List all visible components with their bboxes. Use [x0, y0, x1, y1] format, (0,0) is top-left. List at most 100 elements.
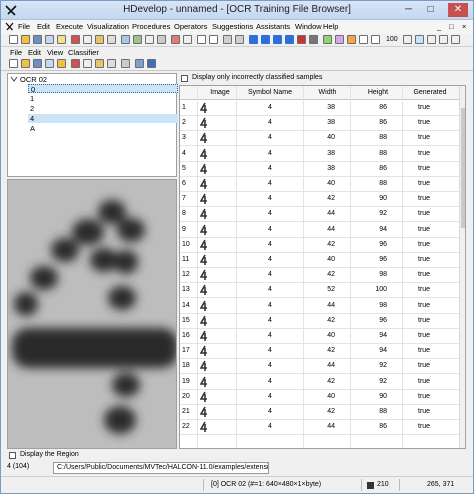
table-row[interactable]: 5 4 38 86 true — [180, 162, 459, 177]
table-vertical-scrollbar[interactable] — [459, 86, 465, 448]
reset-icon[interactable] — [309, 35, 318, 44]
delete-icon[interactable] — [107, 35, 116, 44]
zoom-value[interactable]: 100 — [386, 36, 398, 43]
ocr-copy-icon[interactable] — [83, 59, 92, 68]
region-icon[interactable] — [335, 35, 344, 44]
save-all-icon[interactable] — [45, 35, 54, 44]
step-out-icon[interactable] — [285, 35, 294, 44]
paste-icon[interactable] — [95, 35, 104, 44]
print-icon[interactable] — [57, 35, 66, 44]
ocr-grid-view-icon[interactable] — [147, 59, 156, 68]
table-row[interactable]: 1 4 38 86 true — [180, 101, 459, 116]
ocr-save-icon[interactable] — [33, 59, 42, 68]
indent-icon[interactable] — [145, 35, 154, 44]
bookmark-icon[interactable] — [183, 35, 192, 44]
stop-icon[interactable] — [297, 35, 306, 44]
graphics-window-icon[interactable] — [371, 35, 380, 44]
copy-icon[interactable] — [83, 35, 92, 44]
zoom-out-icon[interactable] — [223, 35, 232, 44]
table-row[interactable]: 3 4 40 88 true — [180, 131, 459, 147]
mdi-restore-button[interactable]: □ — [449, 22, 454, 31]
menu-suggestions[interactable]: Suggestions — [212, 22, 253, 31]
tree-item-1[interactable]: 1 — [28, 94, 178, 103]
display-region-checkbox[interactable] — [9, 452, 16, 459]
ocr-thumbnail-view-icon[interactable] — [135, 59, 144, 68]
menu-assistants[interactable]: Assistants — [256, 22, 290, 31]
ocr-delete-icon[interactable] — [107, 59, 116, 68]
tree-collapse-icon[interactable] — [10, 75, 18, 83]
table-row[interactable]: 14 4 44 98 true — [180, 299, 459, 314]
menu-file[interactable]: File — [18, 22, 30, 31]
table-scroll-thumb[interactable] — [461, 108, 465, 228]
submenu-file[interactable]: File — [10, 48, 22, 57]
submenu-view[interactable]: View — [47, 48, 63, 57]
outdent-icon[interactable] — [157, 35, 166, 44]
gray-histogram-icon[interactable] — [415, 35, 424, 44]
tree-item-2[interactable]: 2 — [28, 104, 178, 113]
table-row[interactable]: 12 4 42 98 true — [180, 268, 459, 284]
feature-histogram-icon[interactable] — [439, 35, 448, 44]
maximize-button[interactable]: □ — [423, 3, 438, 17]
table-row[interactable]: 13 4 52 100 true — [180, 283, 459, 299]
close-button[interactable]: ✕ — [448, 3, 468, 17]
zoom-in-icon[interactable] — [235, 35, 244, 44]
undo-icon[interactable] — [197, 35, 206, 44]
program-window-icon[interactable] — [359, 35, 368, 44]
menu-operators[interactable]: Operators — [174, 22, 207, 31]
menu-edit[interactable]: Edit — [37, 22, 50, 31]
column-header-symbol-name[interactable]: Symbol Name — [240, 89, 300, 96]
table-row[interactable]: 19 4 42 92 true — [180, 375, 459, 390]
mdi-close-button[interactable]: × — [462, 22, 466, 31]
table-row[interactable]: 4 4 38 88 true — [180, 147, 459, 162]
menu-visualization[interactable]: Visualization — [87, 22, 129, 31]
menu-help[interactable]: Help — [323, 22, 338, 31]
table-row[interactable]: 17 4 42 94 true — [180, 344, 459, 360]
menu-window[interactable]: Window — [295, 22, 322, 31]
variable-icon[interactable] — [347, 35, 356, 44]
feature-inspection-icon[interactable] — [451, 35, 460, 44]
submenu-edit[interactable]: Edit — [28, 48, 41, 57]
column-header-height[interactable]: Height — [352, 89, 404, 96]
table-row[interactable]: 18 4 44 92 true — [180, 359, 459, 375]
ocr-new-icon[interactable] — [9, 59, 18, 68]
mark-icon[interactable] — [171, 35, 180, 44]
replace-icon[interactable] — [133, 35, 142, 44]
step-into-icon[interactable] — [273, 35, 282, 44]
table-row[interactable]: 9 4 44 94 true — [180, 223, 459, 238]
table-row[interactable]: 8 4 44 92 true — [180, 207, 459, 223]
line-profile-icon[interactable] — [427, 35, 436, 44]
table-row[interactable]: 2 4 38 86 true — [180, 116, 459, 132]
table-row[interactable]: 16 4 40 94 true — [180, 329, 459, 344]
table-row[interactable]: 22 4 44 86 true — [180, 420, 459, 436]
pixel-info-icon[interactable] — [403, 35, 412, 44]
column-header-width[interactable]: Width — [305, 89, 350, 96]
find-icon[interactable] — [121, 35, 130, 44]
ocr-open-icon[interactable] — [21, 59, 30, 68]
tree-item-0[interactable]: 0 — [28, 84, 178, 94]
table-row[interactable]: 11 4 40 96 true — [180, 253, 459, 268]
redo-icon[interactable] — [209, 35, 218, 44]
cut-icon[interactable] — [71, 35, 80, 44]
table-row[interactable]: 6 4 40 88 true — [180, 177, 459, 192]
ocr-cut-icon[interactable] — [71, 59, 80, 68]
app-menu-icon[interactable] — [5, 22, 14, 31]
table-row[interactable]: 10 4 42 96 true — [180, 238, 459, 253]
submenu-classifier[interactable]: Classifier — [68, 48, 99, 57]
menu-procedures[interactable]: Procedures — [132, 22, 170, 31]
tree-item-A[interactable]: A — [28, 124, 178, 133]
table-row[interactable]: 15 4 42 96 true — [180, 314, 459, 329]
table-row[interactable]: 21 4 42 88 true — [180, 405, 459, 420]
table-row[interactable]: 7 4 42 90 true — [180, 192, 459, 208]
step-over-icon[interactable] — [261, 35, 270, 44]
mdi-minimize-button[interactable]: _ — [437, 22, 441, 31]
save-icon[interactable] — [33, 35, 42, 44]
ocr-paste-icon[interactable] — [95, 59, 104, 68]
tree-item-4[interactable]: 4 — [28, 114, 178, 123]
ocr-add-file-icon[interactable] — [57, 59, 66, 68]
minimize-button[interactable]: ─ — [401, 3, 416, 17]
incorrect-only-checkbox[interactable] — [181, 75, 188, 82]
open-folder-icon[interactable] — [21, 35, 30, 44]
tree-root-ocr02[interactable]: OCR 02 — [20, 75, 47, 84]
image-icon[interactable] — [323, 35, 332, 44]
menu-execute[interactable]: Execute — [56, 22, 83, 31]
